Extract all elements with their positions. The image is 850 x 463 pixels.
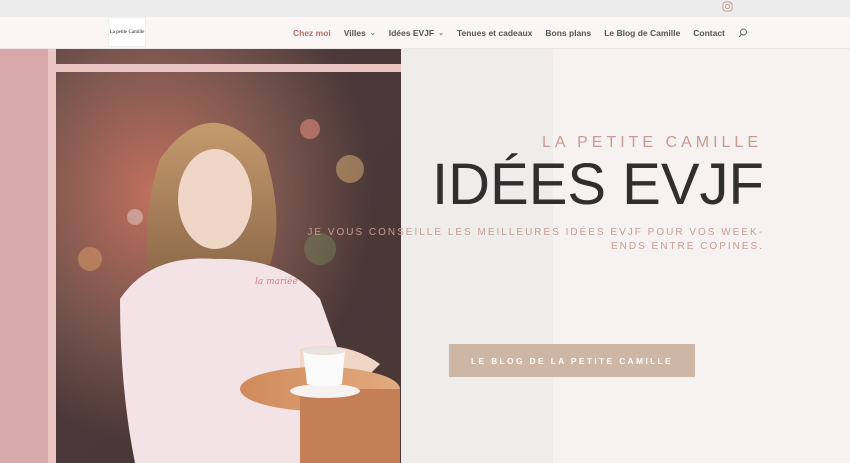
site-header: La petite Camille Chez moi Villes ⌄ Idées… [0, 17, 850, 49]
site-logo[interactable]: La petite Camille [108, 17, 146, 47]
nav-item-idees-evjf[interactable]: Idées EVJF ⌄ [389, 28, 444, 38]
hero-subtitle: JE VOUS CONSEILLE LES MEILLEURES IDÉES E… [307, 227, 764, 252]
hero-title: IDÉES EVJF [432, 152, 764, 217]
hero-section: la mariée LA PETITE CAMILLE IDÉES EVJF J… [0, 49, 850, 463]
top-bar [0, 0, 850, 17]
main-nav: Chez moi Villes ⌄ Idées EVJF ⌄ Tenues et c… [293, 17, 748, 49]
instagram-icon[interactable] [722, 1, 733, 12]
hero-kicker: LA PETITE CAMILLE [541, 134, 762, 151]
blog-cta-button[interactable]: LE BLOG DE LA PETITE CAMILLE [449, 344, 695, 377]
hero-band [401, 49, 553, 463]
search-icon[interactable] [738, 28, 748, 38]
nav-item-bons-plans[interactable]: Bons plans [545, 28, 591, 38]
chevron-down-icon: ⌄ [438, 30, 444, 37]
nav-item-chez-moi[interactable]: Chez moi [293, 28, 331, 38]
nav-item-contact[interactable]: Contact [693, 28, 725, 38]
nav-item-tenues-et-cadeaux[interactable]: Tenues et cadeaux [457, 28, 532, 38]
sweater-text: la mariée [255, 276, 298, 287]
logo-text: La petite Camille [109, 29, 145, 35]
nav-item-blog-de-camille[interactable]: Le Blog de Camille [604, 28, 680, 38]
nav-item-villes[interactable]: Villes ⌄ [344, 28, 376, 38]
hero-photo: la mariée [0, 49, 401, 463]
chevron-down-icon: ⌄ [369, 30, 376, 37]
